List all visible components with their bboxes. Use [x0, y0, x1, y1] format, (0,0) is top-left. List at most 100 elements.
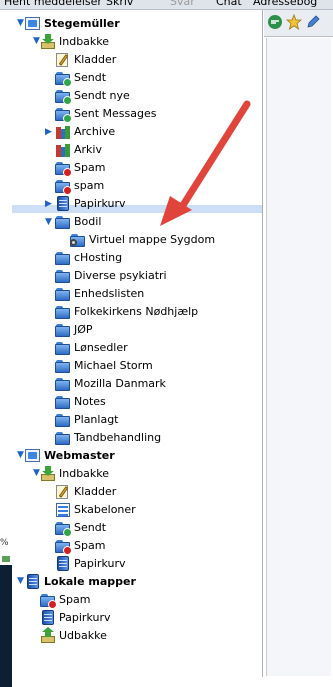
folder-indbakke[interactable]: Indbakke	[40, 33, 109, 51]
expand-twisty[interactable]: ▶	[44, 128, 53, 137]
folder-bodil[interactable]: Bodil	[55, 213, 101, 231]
templates-icon	[55, 502, 71, 518]
drafts-icon	[55, 52, 71, 68]
collapse-twisty[interactable]: ▼	[16, 19, 25, 28]
spam-icon	[55, 538, 72, 555]
folder-label: Michael Storm	[74, 359, 153, 372]
folder-label: Sent Messages	[74, 107, 157, 120]
pencil-icon[interactable]	[305, 14, 321, 30]
folder-icon	[55, 412, 71, 428]
folder-label: Kladder	[74, 53, 117, 66]
account-webmaster[interactable]: Webmaster	[25, 447, 115, 465]
folder-icon	[55, 286, 71, 302]
folder-webmaster-sendt[interactable]: Sendt	[55, 519, 106, 537]
folder-arkiv[interactable]: Arkiv	[55, 141, 102, 159]
folder-label: Diverse psykiatri	[74, 269, 167, 282]
folder-label: Notes	[74, 395, 106, 408]
inbox-icon	[40, 34, 56, 50]
folder-icon	[55, 250, 71, 266]
folder-archive[interactable]: Archive	[55, 123, 115, 141]
menu-get-messages[interactable]: Hent meddelelser	[4, 0, 102, 9]
archive-icon	[55, 124, 71, 140]
menu-chat[interactable]: Chat	[216, 0, 242, 9]
folder-notes[interactable]: Notes	[55, 393, 106, 411]
account-label: Lokale mapper	[44, 575, 136, 588]
folder-webmaster-kladder[interactable]: Kladder	[55, 483, 116, 501]
folder-lokale-spam[interactable]: Spam	[40, 591, 90, 609]
menu-address-book[interactable]: Adressebog	[253, 0, 317, 9]
account-stegemuller[interactable]: Stegemüller	[25, 15, 120, 33]
folder-tandbehandling[interactable]: Tandbehandling	[55, 429, 161, 447]
menu-reply[interactable]: Svar	[170, 0, 195, 9]
folder-label: Sendt	[74, 521, 107, 534]
folder-michael-storm[interactable]: Michael Storm	[55, 357, 153, 375]
folder-diverse-psykiatri[interactable]: Diverse psykiatri	[55, 267, 167, 285]
folder-label: Indbakke	[59, 467, 110, 480]
sent-icon	[55, 88, 72, 105]
folder-label: Folkekirkens Nødhjælp	[74, 305, 199, 318]
folder-spam-lower[interactable]: spam	[55, 177, 104, 195]
folder-webmaster-skabeloner[interactable]: Skabeloner	[55, 501, 136, 519]
virtual-folder-icon	[70, 232, 86, 248]
collapse-twisty[interactable]: ▼	[16, 577, 25, 586]
folder-label: JØP	[74, 323, 93, 336]
menu-write[interactable]: Skriv	[106, 0, 133, 9]
account-lokale-mapper[interactable]: Lokale mapper	[25, 573, 136, 591]
folder-sendt[interactable]: Sendt	[55, 69, 106, 87]
spam-icon	[40, 592, 57, 609]
trash-icon	[55, 196, 71, 212]
folder-label: Skabeloner	[74, 503, 136, 516]
folder-icon	[55, 430, 71, 446]
menu-bar: Hent meddelelser Skriv Svar Chat Adresse…	[0, 0, 333, 10]
collapse-twisty[interactable]: ▼	[44, 218, 53, 227]
folder-icon	[55, 394, 71, 410]
account-icon	[25, 16, 41, 32]
folder-label: Lønsedler	[74, 341, 128, 354]
folder-label: Kladder	[74, 485, 117, 498]
account-label: Webmaster	[44, 449, 115, 462]
trash-icon	[55, 556, 71, 572]
collapse-twisty[interactable]: ▼	[16, 451, 25, 460]
background-window-dark	[0, 565, 12, 687]
folder-webmaster-spam[interactable]: Spam	[55, 537, 105, 555]
percent-text: %	[0, 538, 9, 548]
folder-webmaster-papirkurv[interactable]: Papirkurv	[55, 555, 125, 573]
chat-icon[interactable]	[267, 14, 283, 30]
folder-webmaster-indbakke[interactable]: Indbakke	[40, 465, 109, 483]
folder-pane[interactable]: ▼ Stegemüller ▼ Indbakke Kladder Sendt S…	[12, 10, 263, 677]
folder-label: cHosting	[74, 251, 123, 264]
right-content	[266, 38, 331, 676]
folder-label: Enhedslisten	[74, 287, 145, 300]
folder-lonsedler[interactable]: Lønsedler	[55, 339, 128, 357]
folder-label: Spam	[74, 161, 106, 174]
folder-sent-messages[interactable]: Sent Messages	[55, 105, 156, 123]
folder-label: spam	[74, 179, 105, 192]
folder-enhedslisten[interactable]: Enhedslisten	[55, 285, 144, 303]
folder-kladder[interactable]: Kladder	[55, 51, 116, 69]
spam-icon	[55, 178, 72, 195]
star-icon[interactable]	[286, 14, 302, 30]
folder-folkekirkens-nodhjaelp[interactable]: Folkekirkens Nødhjælp	[55, 303, 198, 321]
folder-sendt-nye[interactable]: Sendt nye	[55, 87, 130, 105]
folder-lokale-papirkurv[interactable]: Papirkurv	[40, 609, 110, 627]
expand-twisty[interactable]: ▶	[44, 200, 53, 209]
folder-virtuel-mappe-sygdom[interactable]: Virtuel mappe Sygdom	[70, 231, 215, 249]
folder-lokale-udbakke[interactable]: Udbakke	[40, 627, 107, 645]
outbox-icon	[40, 627, 56, 644]
right-pane	[264, 10, 333, 677]
folder-papirkurv[interactable]: Papirkurv	[55, 195, 125, 213]
folder-planlagt[interactable]: Planlagt	[55, 411, 119, 429]
folder-spam[interactable]: Spam	[55, 159, 105, 177]
local-folders-icon	[25, 574, 41, 590]
folder-chosting[interactable]: cHosting	[55, 249, 122, 267]
folder-icon	[55, 340, 71, 356]
folder-label: Virtuel mappe Sygdom	[89, 233, 216, 246]
status-indicator	[2, 556, 10, 562]
folder-label: Planlagt	[74, 413, 119, 426]
folder-icon	[55, 214, 71, 230]
folder-jop[interactable]: JØP	[55, 321, 93, 339]
folder-mozilla-danmark[interactable]: Mozilla Danmark	[55, 375, 166, 393]
folder-label: Papirkurv	[59, 611, 111, 624]
drafts-icon	[55, 484, 71, 500]
folder-icon	[55, 304, 71, 320]
